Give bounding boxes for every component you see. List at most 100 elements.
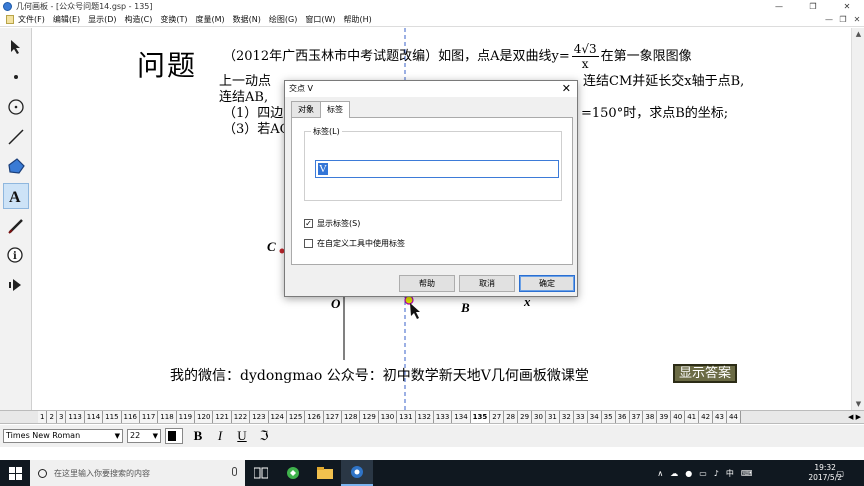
show-label-checkbox-box[interactable]: ✓	[304, 219, 313, 228]
page-tab[interactable]: 34	[587, 411, 602, 423]
taskbar-app-explorer[interactable]	[309, 460, 341, 486]
network-icon[interactable]: ▭	[699, 469, 707, 478]
page-tab[interactable]: 33	[573, 411, 588, 423]
page-tab[interactable]: 2	[47, 411, 57, 423]
taskbar-app-360[interactable]	[277, 460, 309, 486]
chevron-down-icon[interactable]: ▼	[153, 430, 158, 442]
compass-tool-icon[interactable]	[3, 94, 29, 120]
doc-restore-button[interactable]: ❐	[836, 13, 850, 27]
page-tab[interactable]: 127	[323, 411, 343, 423]
page-tab[interactable]: 131	[397, 411, 416, 423]
page-tab[interactable]: 124	[268, 411, 287, 423]
doc-close-button[interactable]: ✕	[850, 13, 864, 27]
page-tab[interactable]: 36	[615, 411, 630, 423]
show-hidden-icons-icon[interactable]: ∧	[657, 469, 663, 478]
page-tab[interactable]: 40	[671, 411, 686, 423]
page-tab[interactable]: 134	[452, 411, 471, 423]
menu-graph[interactable]: 绘图(G)	[265, 14, 301, 25]
doc-minimize-button[interactable]: —	[822, 13, 836, 27]
scroll-up-icon[interactable]: ▲	[852, 30, 864, 38]
page-tab[interactable]: 117	[139, 411, 159, 423]
page-tab[interactable]: 31	[545, 411, 560, 423]
menu-file[interactable]: 文件(F)	[14, 14, 49, 25]
use-in-custom-tools-checkbox-box[interactable]	[304, 239, 313, 248]
restore-button[interactable]: ❐	[796, 0, 830, 13]
keyboard-icon[interactable]: ⌨	[741, 469, 753, 478]
italic-button[interactable]: I	[213, 428, 227, 444]
straightedge-tool-icon[interactable]	[3, 124, 29, 150]
page-tab[interactable]: 113	[66, 411, 85, 423]
page-tab[interactable]: 116	[121, 411, 140, 423]
menu-window[interactable]: 窗口(W)	[301, 14, 339, 25]
page-tab[interactable]: 28	[504, 411, 519, 423]
page-tab[interactable]: 121	[213, 411, 232, 423]
help-button[interactable]: 帮助	[399, 275, 455, 292]
close-button[interactable]: ✕	[830, 0, 864, 13]
label-input-value[interactable]: V	[318, 163, 328, 175]
page-tab[interactable]: 114	[84, 411, 104, 423]
menu-display[interactable]: 显示(D)	[84, 14, 120, 25]
label-c[interactable]: C	[267, 239, 276, 255]
use-in-custom-tools-checkbox[interactable]: 在自定义工具中使用标签	[304, 238, 405, 249]
page-tab[interactable]: 32	[559, 411, 574, 423]
label-b[interactable]: B	[461, 300, 470, 316]
ok-button[interactable]: 确定	[519, 275, 575, 292]
underline-button[interactable]: U	[235, 428, 249, 444]
polygon-tool-icon[interactable]	[3, 153, 29, 179]
tab-object[interactable]: 对象	[291, 101, 321, 117]
task-view-button[interactable]	[245, 460, 277, 486]
page-tab[interactable]: 38	[643, 411, 658, 423]
font-size-select[interactable]: 22 ▼	[127, 429, 161, 443]
microphone-icon[interactable]	[232, 467, 237, 476]
arrow-select-tool-icon[interactable]	[3, 34, 29, 60]
ime-indicator[interactable]: 中	[726, 468, 734, 479]
taskbar-clock[interactable]: 19:32 2017/5/2	[808, 463, 842, 483]
page-tab[interactable]: 42	[699, 411, 714, 423]
point-tool-icon[interactable]	[3, 64, 29, 90]
menu-measure[interactable]: 度量(M)	[192, 14, 229, 25]
dialog-close-icon[interactable]: ✕	[562, 81, 571, 97]
math-symbol-button[interactable]: ℑ	[257, 428, 271, 444]
page-tab[interactable]: 27	[490, 411, 505, 423]
information-tool-icon[interactable]: i	[3, 242, 29, 268]
taskbar-search-box[interactable]: 在这里输入你要搜索的内容	[30, 460, 245, 486]
page-tab[interactable]: 125	[286, 411, 306, 423]
show-answer-button[interactable]: 显示答案	[673, 364, 738, 383]
security-icon[interactable]: ●	[685, 469, 692, 478]
taskbar-app-sketchpad[interactable]	[341, 460, 373, 486]
label-o[interactable]: O	[331, 296, 340, 312]
page-tab[interactable]: 3	[56, 411, 67, 423]
menu-transform[interactable]: 变换(T)	[156, 14, 191, 25]
marker-tool-icon[interactable]	[3, 213, 29, 239]
tab-label[interactable]: 标签	[320, 101, 350, 118]
page-tab[interactable]: 115	[103, 411, 122, 423]
show-label-checkbox[interactable]: ✓ 显示标签(S)	[304, 218, 360, 229]
page-tab[interactable]: 119	[176, 411, 196, 423]
label-input[interactable]: V	[315, 160, 559, 178]
page-tab[interactable]: 128	[342, 411, 361, 423]
menu-construct[interactable]: 构造(C)	[121, 14, 157, 25]
vertical-scrollbar[interactable]: ▲ ▼	[851, 28, 864, 410]
page-tab[interactable]: 43	[713, 411, 727, 423]
page-tab[interactable]: 130	[378, 411, 398, 423]
page-tab[interactable]: 126	[305, 411, 324, 423]
page-tab[interactable]: 1	[38, 411, 48, 423]
chevron-down-icon[interactable]: ▼	[115, 430, 120, 442]
cloud-icon[interactable]: ☁	[670, 469, 678, 478]
page-tab[interactable]: 30	[532, 411, 546, 423]
page-tab[interactable]: 135	[470, 411, 491, 423]
page-tab[interactable]: 39	[657, 411, 672, 423]
menu-help[interactable]: 帮助(H)	[340, 14, 376, 25]
text-tool-icon[interactable]: A	[3, 183, 29, 209]
bold-button[interactable]: B	[191, 428, 205, 444]
page-tab[interactable]: 129	[360, 411, 379, 423]
page-tab[interactable]: 120	[195, 411, 214, 423]
page-scroll-arrows-icon[interactable]: ◀ ▶	[845, 411, 864, 423]
page-tab[interactable]: 132	[415, 411, 434, 423]
page-tab[interactable]: 37	[629, 411, 644, 423]
page-tab[interactable]: 122	[231, 411, 251, 423]
page-tab[interactable]: 118	[158, 411, 177, 423]
page-tab[interactable]: 133	[433, 411, 453, 423]
page-tab[interactable]: 123	[250, 411, 269, 423]
page-tab[interactable]: 44	[726, 411, 741, 423]
